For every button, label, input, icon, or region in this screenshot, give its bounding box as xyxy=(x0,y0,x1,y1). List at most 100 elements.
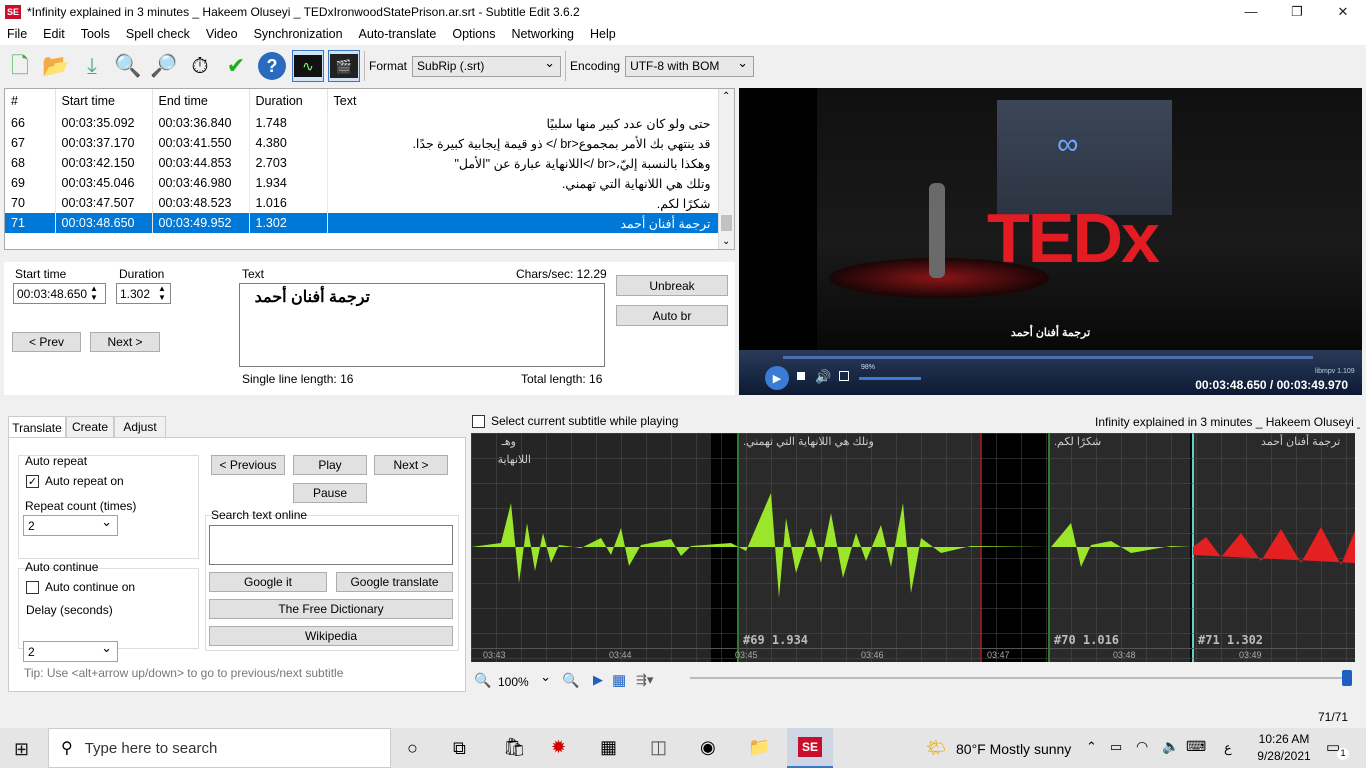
playback-options-icon[interactable]: ⇶▾ xyxy=(636,672,653,688)
spell-check-icon[interactable]: ✔ xyxy=(220,50,252,82)
grid-scrollbar[interactable]: ⌃ ⌄ xyxy=(718,89,734,249)
table-row-selected[interactable]: 71 00:03:48.650 00:03:49.952 1.302 ترجمة أفن… xyxy=(5,213,720,233)
scroll-thumb[interactable] xyxy=(721,215,732,231)
menu-synchronization[interactable]: Synchronization xyxy=(246,27,351,41)
wikipedia-button[interactable]: Wikipedia xyxy=(209,626,453,646)
waveform-panel[interactable]: وهـ اللانهاية وتلك هي اللانهاية التي تهم… xyxy=(471,433,1355,662)
table-row[interactable]: 66 00:03:35.092 00:03:36.840 1.748 حتى ولو ك… xyxy=(5,113,720,133)
table-row[interactable]: 70 00:03:47.507 00:03:48.523 1.016 شكرًا لكم… xyxy=(5,193,720,213)
battery-icon[interactable]: ▭ xyxy=(1110,739,1122,755)
video-toggle-icon[interactable]: 🎬 xyxy=(328,50,360,82)
delay-select[interactable]: 2 xyxy=(23,640,118,662)
play-button[interactable]: Play xyxy=(293,455,367,475)
tab-create[interactable]: Create xyxy=(66,416,114,438)
col-end-time[interactable]: End time xyxy=(152,89,250,113)
select-while-playing-checkbox[interactable]: Select current subtitle while playing xyxy=(472,414,678,428)
spectrogram-icon[interactable]: ▦ xyxy=(612,671,626,689)
google-translate-button[interactable]: Google translate xyxy=(336,572,453,592)
save-download-icon[interactable]: ⤓ xyxy=(76,50,108,82)
app-icon-red[interactable]: ✹ xyxy=(551,737,566,758)
wifi-icon[interactable]: ◠ xyxy=(1136,738,1148,755)
app-icon-gray[interactable]: ◫ xyxy=(650,737,667,758)
play-icon[interactable]: ▶ xyxy=(765,366,789,390)
clock-date[interactable]: 9/28/2021 xyxy=(1252,749,1316,763)
cortana-icon[interactable]: ○ xyxy=(407,738,418,759)
encoding-select[interactable]: UTF-8 with BOM xyxy=(625,55,755,77)
auto-continue-checkbox[interactable]: Auto continue on xyxy=(26,580,135,594)
table-row[interactable]: 67 00:03:37.170 00:03:41.550 4.380 قد ينتهي … xyxy=(5,133,720,153)
previous-button[interactable]: < Previous xyxy=(211,455,285,475)
format-select[interactable]: SubRip (.srt) xyxy=(412,55,562,77)
video-player[interactable]: ∞ TEDx ترجمة أفنان أحمد ▶ 🔊 98% libmpv 1… xyxy=(739,88,1362,395)
input-language[interactable]: ع xyxy=(1224,740,1232,756)
menu-options[interactable]: Options xyxy=(444,27,503,41)
stop-icon[interactable] xyxy=(797,372,805,380)
taskbar-search-box[interactable]: ⚲ Type here to search xyxy=(48,728,391,768)
weather-icon[interactable]: 🌤 xyxy=(926,738,946,758)
col-start-time[interactable]: Start time xyxy=(55,89,153,113)
help-icon[interactable]: ? xyxy=(256,50,288,82)
repeat-count-select[interactable]: 2 xyxy=(23,514,118,536)
keyboard-icon[interactable]: ⌨ xyxy=(1186,738,1206,755)
tab-translate[interactable]: Translate xyxy=(8,416,66,439)
new-file-icon[interactable]: 🗋 xyxy=(4,50,36,82)
menu-spell-check[interactable]: Spell check xyxy=(118,27,198,41)
file-explorer-icon[interactable]: 📁 xyxy=(748,737,770,758)
tray-chevron-icon[interactable]: ⌃ xyxy=(1086,739,1097,755)
pause-button[interactable]: Pause xyxy=(293,483,367,503)
visual-sync-icon[interactable]: ⏱ xyxy=(184,50,216,82)
scroll-up-icon[interactable]: ⌃ xyxy=(722,91,730,102)
windows-start-icon[interactable]: ⊞ xyxy=(14,739,29,760)
col-text[interactable]: Text xyxy=(327,89,720,113)
subtitle-grid[interactable]: # Start time End time Duration Text 66 00… xyxy=(4,88,735,250)
volume-icon[interactable]: 🔊 xyxy=(815,369,831,385)
zoom-in-icon[interactable]: 🔍 xyxy=(562,672,579,689)
menu-video[interactable]: Video xyxy=(198,27,246,41)
replace-icon[interactable]: 🔎 xyxy=(148,50,180,82)
menu-auto-translate[interactable]: Auto-translate xyxy=(351,27,445,41)
chrome-icon[interactable]: ◉ xyxy=(700,737,716,758)
speaker-icon[interactable]: 🔈 xyxy=(1162,738,1179,755)
unbreak-button[interactable]: Unbreak xyxy=(616,275,728,296)
fullscreen-icon[interactable] xyxy=(839,371,849,381)
waveform-position-slider[interactable] xyxy=(690,677,1352,679)
menu-file[interactable]: File xyxy=(0,27,35,41)
seek-bar[interactable] xyxy=(783,356,1313,359)
calculator-icon[interactable]: ▦ xyxy=(600,737,617,758)
google-it-button[interactable]: Google it xyxy=(209,572,327,592)
col-number[interactable]: # xyxy=(5,89,56,113)
subtitle-edit-taskbar-button[interactable]: SE xyxy=(787,728,833,768)
start-spin-arrows-icon[interactable]: ▲ ▼ xyxy=(90,284,98,302)
col-duration[interactable]: Duration xyxy=(249,89,328,113)
slider-thumb[interactable] xyxy=(1342,670,1352,686)
menu-tools[interactable]: Tools xyxy=(73,27,118,41)
play-waveform-icon[interactable]: ▶ xyxy=(593,672,603,688)
duration-spin-arrows-icon[interactable]: ▲ ▼ xyxy=(158,284,166,302)
store-icon[interactable]: 🛍 xyxy=(503,737,526,758)
find-icon[interactable]: 🔍 xyxy=(112,50,144,82)
volume-slider[interactable] xyxy=(859,377,921,380)
waveform-toggle-icon[interactable]: ∿ xyxy=(292,50,324,82)
menu-networking[interactable]: Networking xyxy=(503,27,582,41)
clock-time[interactable]: 10:26 AM xyxy=(1256,732,1312,746)
minimize-icon[interactable]: — xyxy=(1228,0,1274,23)
task-view-icon[interactable]: ⧉ xyxy=(453,738,466,759)
free-dictionary-button[interactable]: The Free Dictionary xyxy=(209,599,453,619)
scroll-down-icon[interactable]: ⌄ xyxy=(722,236,730,247)
menu-edit[interactable]: Edit xyxy=(35,27,73,41)
subtitle-text-input[interactable]: ترجمة أفنان أحمد xyxy=(239,283,605,367)
maximize-icon[interactable]: ❐ xyxy=(1274,0,1320,23)
tab-adjust[interactable]: Adjust xyxy=(114,416,166,438)
open-folder-icon[interactable]: 📂 xyxy=(40,50,72,82)
next-button[interactable]: Next > xyxy=(90,332,160,352)
auto-repeat-checkbox[interactable]: ✓ Auto repeat on xyxy=(26,474,124,488)
table-row[interactable]: 68 00:03:42.150 00:03:44.853 2.703 وهكذا بال… xyxy=(5,153,720,173)
zoom-out-icon[interactable]: 🔍 xyxy=(474,672,491,689)
prev-button[interactable]: < Prev xyxy=(12,332,81,352)
search-text-input[interactable] xyxy=(209,525,453,565)
menu-help[interactable]: Help xyxy=(582,27,624,41)
weather-text[interactable]: 80°F Mostly sunny xyxy=(956,741,1071,757)
next-subtitle-button[interactable]: Next > xyxy=(374,455,448,475)
zoom-select[interactable]: 100% xyxy=(494,669,556,692)
auto-br-button[interactable]: Auto br xyxy=(616,305,728,326)
